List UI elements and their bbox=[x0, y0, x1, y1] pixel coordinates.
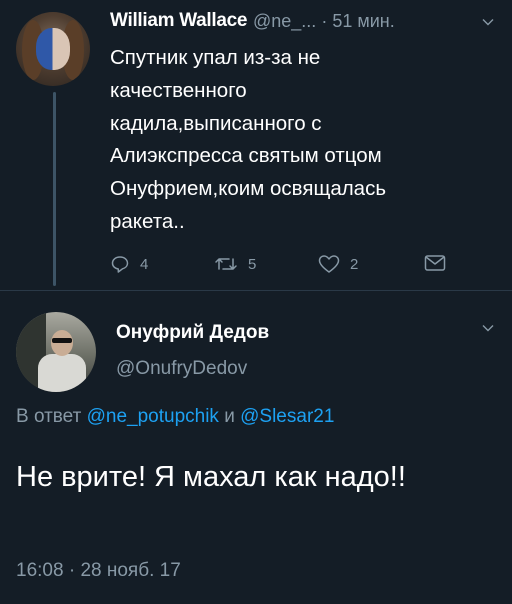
retweet-icon bbox=[215, 258, 237, 270]
tweet-text: Не врите! Я махал как надо!! bbox=[16, 461, 406, 493]
mention-link[interactable]: @ne_potupchik bbox=[87, 406, 219, 427]
reply-action[interactable]: 4 bbox=[110, 254, 148, 274]
separator-dot: · bbox=[68, 560, 76, 581]
tweet-text: Спутник упал из-за не качественного кади… bbox=[110, 46, 387, 233]
author-name[interactable]: Онуфрий Дедов bbox=[116, 322, 269, 344]
avatar[interactable] bbox=[16, 312, 96, 392]
reply-conjunction: и bbox=[224, 406, 235, 427]
author-handle[interactable]: @OnufryDedov bbox=[116, 358, 247, 380]
direct-message-icon bbox=[424, 255, 446, 271]
reply-context: В ответ @ne_potupchik и @Slesar21 bbox=[16, 406, 334, 428]
avatar-face bbox=[36, 28, 70, 70]
reply-icon bbox=[111, 256, 129, 273]
divider bbox=[0, 290, 512, 291]
time-ago[interactable]: 51 мин. bbox=[332, 11, 394, 31]
reply-count: 4 bbox=[140, 255, 149, 273]
timestamp[interactable]: 16:08 · 28 нояб. 17 bbox=[16, 560, 181, 582]
avatar-glasses bbox=[52, 338, 72, 343]
tweet-date: 28 нояб. 17 bbox=[80, 560, 181, 581]
mention-link[interactable]: @Slesar21 bbox=[240, 406, 334, 427]
author-name[interactable]: William Wallace bbox=[110, 10, 247, 32]
like-count: 2 bbox=[350, 255, 359, 273]
tweet-time: 16:08 bbox=[16, 560, 64, 581]
separator-dot: · bbox=[321, 11, 328, 31]
avatar[interactable] bbox=[16, 12, 90, 86]
tweet-actions: 4 5 2 bbox=[0, 254, 512, 282]
avatar-body bbox=[38, 354, 86, 392]
author-handle[interactable]: @ne_... bbox=[253, 11, 316, 31]
retweet-count: 5 bbox=[248, 255, 257, 273]
chevron-down-icon[interactable] bbox=[482, 16, 494, 28]
author-handle-time: @ne_... · 51 мин. bbox=[253, 11, 395, 32]
direct-message-action[interactable] bbox=[424, 254, 446, 272]
retweet-action[interactable]: 5 bbox=[214, 254, 256, 274]
chevron-down-icon[interactable] bbox=[482, 322, 494, 334]
avatar-head bbox=[51, 330, 73, 356]
like-icon bbox=[318, 255, 340, 273]
like-action[interactable]: 2 bbox=[318, 254, 358, 274]
tweet-original[interactable]: William Wallace @ne_... · 51 мин. Спутни… bbox=[0, 0, 512, 290]
reply-prefix: В ответ bbox=[16, 406, 82, 427]
